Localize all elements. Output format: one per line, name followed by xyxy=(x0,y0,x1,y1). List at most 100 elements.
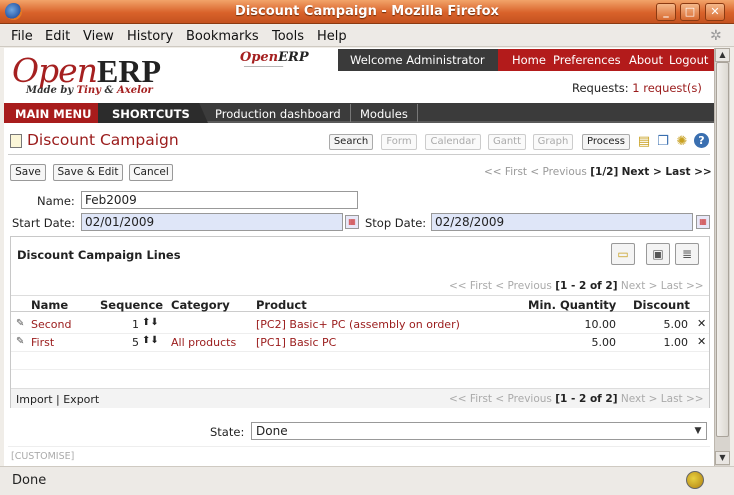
nav-modules[interactable]: Modules xyxy=(360,107,408,121)
row-name[interactable]: First xyxy=(31,336,54,349)
edit-pencil-icon[interactable]: ✎ xyxy=(16,318,24,329)
scroll-down-icon[interactable]: ▼ xyxy=(715,451,730,465)
browser-statusbar: Done xyxy=(0,466,734,495)
scroll-thumb[interactable] xyxy=(716,62,729,437)
delete-row-icon[interactable]: ✕ xyxy=(697,317,706,330)
lines-pager-next[interactable]: Next > Last >> xyxy=(621,393,704,405)
export-link[interactable]: Export xyxy=(63,393,99,406)
top-links: Home Preferences About Logout xyxy=(498,49,714,71)
logo-small-erp: ERP xyxy=(278,50,309,65)
row-product[interactable]: [PC1] Basic PC xyxy=(256,336,336,349)
lines-pager-position: [1 - 2 of 2] xyxy=(555,280,618,292)
requests-link[interactable]: 1 request(s) xyxy=(632,81,702,95)
row-min-quantity: 5.00 xyxy=(591,336,617,349)
sequence-up-down-icon[interactable]: ⬆⬇ xyxy=(142,317,159,328)
row-sequence: 1 xyxy=(132,318,139,331)
view-graph-button[interactable]: Graph xyxy=(533,134,573,150)
import-link[interactable]: Import xyxy=(16,393,53,406)
main-menu-button[interactable]: MAIN MENU xyxy=(4,103,98,123)
cancel-button[interactable]: Cancel xyxy=(129,164,173,181)
menu-bookmarks[interactable]: Bookmarks xyxy=(186,29,259,44)
link-home[interactable]: Home xyxy=(512,53,546,67)
addon-icon[interactable] xyxy=(686,471,704,489)
window-titlebar: Discount Campaign - Mozilla Firefox _ □ … xyxy=(0,0,734,24)
nav-production-dashboard[interactable]: Production dashboard xyxy=(215,107,341,121)
close-window-button[interactable]: ✕ xyxy=(705,3,725,21)
menu-file[interactable]: File xyxy=(11,29,33,44)
scroll-up-icon[interactable]: ▲ xyxy=(715,48,730,62)
list-view-icon[interactable]: ≣ xyxy=(675,243,699,265)
browser-menubar: File Edit View History Bookmarks Tools H… xyxy=(0,25,734,47)
start-date-label: Start Date: xyxy=(12,216,76,230)
requests-label: Requests: xyxy=(572,81,629,95)
save-edit-button[interactable]: Save & Edit xyxy=(53,164,123,181)
state-select[interactable]: Done xyxy=(251,422,707,440)
logo-amp: & xyxy=(104,85,114,96)
clipboard-icon[interactable]: ▤ xyxy=(636,133,652,150)
sequence-up-down-icon[interactable]: ⬆⬇ xyxy=(142,335,159,346)
row-category[interactable]: All products xyxy=(171,336,236,349)
row-discount: 5.00 xyxy=(663,318,689,331)
lines-pager-prev[interactable]: << First < Previous xyxy=(449,280,552,292)
col-sequence[interactable]: Sequence xyxy=(100,298,163,312)
col-product[interactable]: Product xyxy=(256,298,307,312)
page-content: Open ERP Made by Tiny & Axelor OpenERP ─… xyxy=(4,48,714,466)
row-name[interactable]: Second xyxy=(31,318,71,331)
save-button[interactable]: Save xyxy=(10,164,46,181)
record-pager: << First < Previous [1/2] Next > Last >> xyxy=(484,166,712,178)
start-date-input[interactable]: 02/01/2009 xyxy=(81,213,343,231)
stop-date-label: Stop Date: xyxy=(365,216,427,230)
link-about[interactable]: About xyxy=(629,53,663,67)
new-line-icon[interactable]: ▭ xyxy=(611,243,635,265)
col-category[interactable]: Category xyxy=(171,298,230,312)
name-input[interactable]: Feb2009 xyxy=(81,191,358,209)
page-title: Discount Campaign xyxy=(27,131,179,149)
bug-icon[interactable]: ✺ xyxy=(674,133,690,150)
col-discount[interactable]: Discount xyxy=(633,298,690,312)
link-preferences[interactable]: Preferences xyxy=(553,53,621,67)
menu-history[interactable]: History xyxy=(127,29,173,44)
row-discount: 1.00 xyxy=(663,336,689,349)
logo-made-by: Made by xyxy=(26,85,74,96)
view-search-button[interactable]: Search xyxy=(329,134,373,150)
minimize-button[interactable]: _ xyxy=(656,3,676,21)
lines-pager-bottom: << First < Previous [1 - 2 of 2] Next > … xyxy=(449,393,704,405)
import-export-sep: | xyxy=(56,393,60,406)
chevron-down-icon[interactable]: ▼ xyxy=(690,423,706,439)
lines-pager-prev[interactable]: << First < Previous xyxy=(449,393,552,405)
lines-pager-next[interactable]: Next > Last >> xyxy=(621,280,704,292)
link-logout[interactable]: Logout xyxy=(669,53,708,67)
view-gantt-button[interactable]: Gantt xyxy=(488,134,526,150)
calendar-icon[interactable]: ▦ xyxy=(345,215,359,229)
menu-edit[interactable]: Edit xyxy=(45,29,70,44)
help-icon[interactable]: ? xyxy=(694,133,709,148)
menu-view[interactable]: View xyxy=(83,29,114,44)
pager-prev[interactable]: << First < Previous xyxy=(484,166,587,178)
calendar-icon[interactable]: ▦ xyxy=(696,215,710,229)
stop-date-input[interactable]: 02/28/2009 xyxy=(431,213,693,231)
window-title: Discount Campaign - Mozilla Firefox xyxy=(235,4,499,19)
logo-tiny: Tiny xyxy=(76,85,101,96)
logo-tagline: Made by Tiny & Axelor xyxy=(26,85,153,96)
row-divider xyxy=(11,369,709,370)
col-name[interactable]: Name xyxy=(31,298,68,312)
shortcuts-button[interactable]: SHORTCUTS xyxy=(98,103,208,123)
menu-tools[interactable]: Tools xyxy=(272,29,304,44)
page-scrollbar[interactable]: ▲ ▼ xyxy=(714,48,730,466)
maximize-button[interactable]: □ xyxy=(680,3,700,21)
print-icon[interactable]: ▣ xyxy=(646,243,670,265)
pager-next[interactable]: Next > Last >> xyxy=(622,166,712,178)
delete-row-icon[interactable]: ✕ xyxy=(697,335,706,348)
view-calendar-button[interactable]: Calendar xyxy=(425,134,481,150)
customise-link[interactable]: [CUSTOMISE] xyxy=(11,451,74,462)
divider xyxy=(8,154,710,155)
row-product[interactable]: [PC2] Basic+ PC (assembly on order) xyxy=(256,318,460,331)
import-export: Import | Export xyxy=(16,393,99,406)
edit-pencil-icon[interactable]: ✎ xyxy=(16,336,24,347)
copy-icon[interactable]: ❐ xyxy=(655,133,671,150)
pager-position: [1/2] xyxy=(590,166,619,178)
view-process-button[interactable]: Process xyxy=(582,134,630,150)
menu-help[interactable]: Help xyxy=(317,29,347,44)
col-min-quantity[interactable]: Min. Quantity xyxy=(528,298,616,312)
view-form-button[interactable]: Form xyxy=(381,134,417,150)
